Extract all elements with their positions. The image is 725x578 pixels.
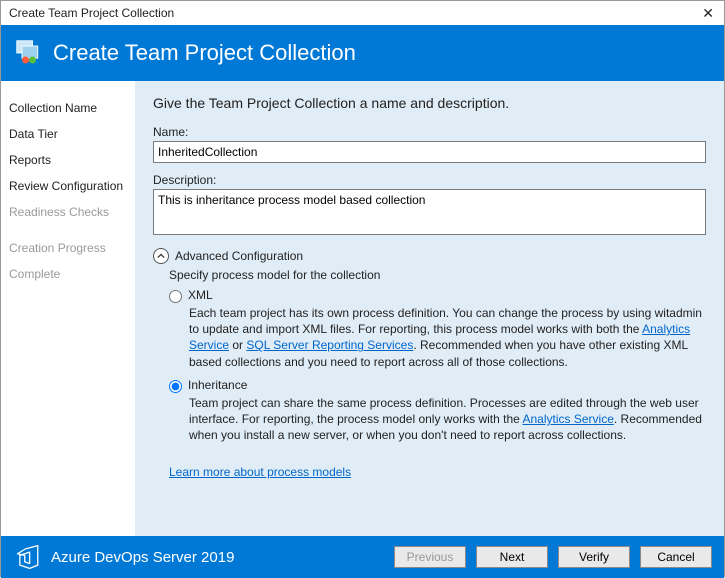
next-button[interactable]: Next <box>476 546 548 568</box>
sidebar-item-review-configuration[interactable]: Review Configuration <box>1 173 135 199</box>
sidebar-item-complete: Complete <box>1 261 135 287</box>
description-input[interactable] <box>153 189 706 235</box>
radio-inheritance-row[interactable]: Inheritance <box>169 378 706 393</box>
link-ssrs[interactable]: SQL Server Reporting Services <box>246 338 413 352</box>
sidebar-gap <box>1 225 135 235</box>
footer-product: Azure DevOps Server 2019 <box>51 549 234 566</box>
sidebar-item-reports[interactable]: Reports <box>1 147 135 173</box>
azure-devops-icon <box>15 544 41 570</box>
sidebar-item-readiness-checks: Readiness Checks <box>1 199 135 225</box>
titlebar: Create Team Project Collection ✕ <box>1 1 724 25</box>
radio-inheritance-label: Inheritance <box>188 378 247 392</box>
name-input[interactable] <box>153 141 706 163</box>
sidebar-item-collection-name[interactable]: Collection Name <box>1 95 135 121</box>
verify-button[interactable]: Verify <box>558 546 630 568</box>
radio-xml-label: XML <box>188 288 213 302</box>
banner: Create Team Project Collection <box>1 25 724 81</box>
footer: Azure DevOps Server 2019 Previous Next V… <box>1 536 724 578</box>
link-learn-more[interactable]: Learn more about process models <box>169 465 351 479</box>
footer-buttons: Previous Next Verify Cancel <box>394 546 712 568</box>
previous-button: Previous <box>394 546 466 568</box>
advanced-config-expander[interactable]: Advanced Configuration <box>153 248 706 264</box>
body: Collection Name Data Tier Reports Review… <box>1 81 724 536</box>
sidebar-item-creation-progress: Creation Progress <box>1 235 135 261</box>
radio-xml-desc: Each team project has its own process de… <box>189 305 706 370</box>
description-label: Description: <box>153 173 706 187</box>
chevron-up-icon <box>153 248 169 264</box>
cancel-button[interactable]: Cancel <box>640 546 712 568</box>
name-label: Name: <box>153 125 706 139</box>
page-heading: Give the Team Project Collection a name … <box>153 95 706 111</box>
collection-icon <box>15 39 43 67</box>
radio-xml-row[interactable]: XML <box>169 288 706 303</box>
link-analytics-service-inh[interactable]: Analytics Service <box>523 412 614 426</box>
sidebar-item-data-tier[interactable]: Data Tier <box>1 121 135 147</box>
footer-left: Azure DevOps Server 2019 <box>15 544 234 570</box>
close-icon[interactable]: ✕ <box>698 5 718 22</box>
main-panel: Give the Team Project Collection a name … <box>135 81 724 536</box>
process-model-label: Specify process model for the collection <box>153 268 706 282</box>
advanced-config-label: Advanced Configuration <box>175 249 303 263</box>
banner-title: Create Team Project Collection <box>53 40 356 66</box>
window-title: Create Team Project Collection <box>9 6 174 20</box>
sidebar: Collection Name Data Tier Reports Review… <box>1 81 135 536</box>
radio-inheritance-desc: Team project can share the same process … <box>189 395 706 444</box>
radio-xml[interactable] <box>169 290 182 303</box>
radio-inheritance[interactable] <box>169 380 182 393</box>
